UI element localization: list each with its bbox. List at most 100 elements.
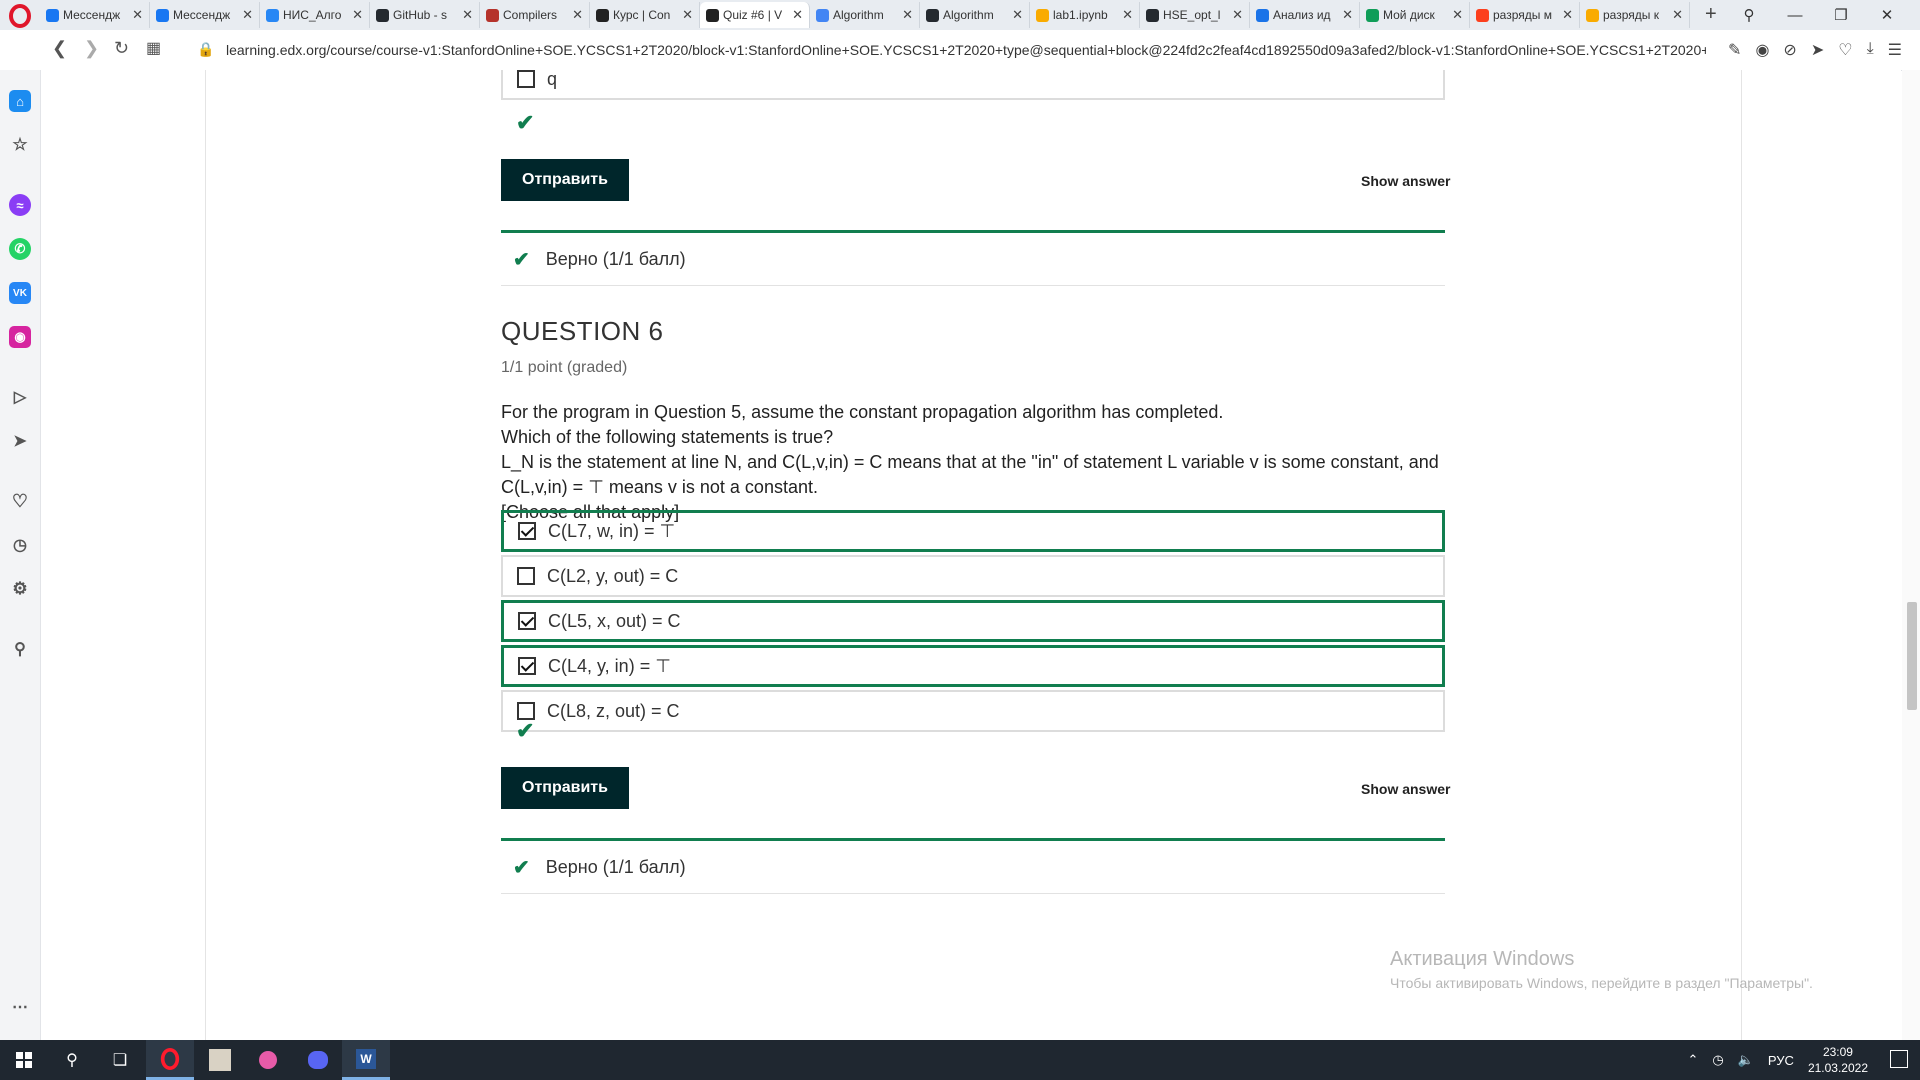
close-tab-icon[interactable]: ✕ (1672, 7, 1683, 23)
show-answer-button[interactable]: Show answer (1355, 780, 1456, 798)
answer-choice[interactable]: C(L8, z, out) = C (501, 690, 1445, 732)
search-icon[interactable]: ⚲ (48, 1040, 96, 1080)
minimize-button[interactable]: — (1772, 7, 1818, 24)
checkbox[interactable] (518, 612, 536, 630)
browser-tab[interactable]: Анализ ид ✕ (1250, 2, 1360, 28)
close-tab-icon[interactable]: ✕ (462, 7, 473, 23)
close-tab-icon[interactable]: ✕ (1452, 7, 1463, 23)
clock[interactable]: 23:09 21.03.2022 (1808, 1044, 1868, 1076)
volume-icon[interactable]: 🔈 (1738, 1052, 1754, 1068)
scrollbar[interactable] (1902, 70, 1920, 1040)
close-tab-icon[interactable]: ✕ (1232, 7, 1243, 23)
chevron-up-icon[interactable]: ⌃ (1687, 1052, 1698, 1068)
browser-tab[interactable]: HSE_opt_l ✕ (1140, 2, 1250, 28)
browser-tab[interactable]: Compilers ✕ (480, 2, 590, 28)
checkbox[interactable] (518, 657, 536, 675)
browser-tab[interactable]: GitHub - s ✕ (370, 2, 480, 28)
browser-tab[interactable]: Algorithm ✕ (920, 2, 1030, 28)
settings-icon[interactable]: ⚙ (9, 578, 31, 600)
player-icon[interactable]: ▷ (9, 386, 31, 408)
star-icon[interactable]: ☆ (9, 134, 31, 156)
send-icon[interactable]: ➤ (1811, 40, 1824, 60)
prev-choice[interactable]: q (501, 70, 1445, 100)
discord-icon[interactable] (294, 1040, 342, 1080)
answer-choice[interactable]: C(L5, x, out) = C (501, 600, 1445, 642)
forward-button[interactable]: ❯ (84, 38, 99, 59)
close-tab-icon[interactable]: ✕ (1342, 7, 1353, 23)
answer-choice[interactable]: C(L7, w, in) = ⊤ (501, 510, 1445, 552)
word-icon[interactable]: W (342, 1040, 390, 1080)
checkbox[interactable] (518, 522, 536, 540)
language-indicator[interactable]: РУС (1768, 1053, 1794, 1068)
scrollbar-thumb[interactable] (1907, 602, 1917, 710)
submit-button[interactable]: Отправить (501, 767, 629, 809)
browser-tab[interactable]: Мессендж ✕ (150, 2, 260, 28)
more-icon[interactable]: ⋯ (9, 996, 31, 1018)
reload-button[interactable]: ↻ (114, 38, 129, 59)
back-button[interactable]: ❮ (52, 38, 67, 59)
close-tab-icon[interactable]: ✕ (242, 7, 253, 23)
start-windows-icon[interactable] (0, 1040, 48, 1080)
send-sidebar-icon[interactable]: ➤ (9, 430, 31, 452)
new-tab-button[interactable]: + (1705, 3, 1717, 26)
vk-icon[interactable]: VK (9, 282, 31, 304)
messenger-icon[interactable]: ≈ (9, 194, 31, 216)
activation-subtitle: Чтобы активировать Windows, перейдите в … (1390, 975, 1813, 991)
close-tab-icon[interactable]: ✕ (902, 7, 913, 23)
checkbox[interactable] (517, 70, 535, 88)
question-title: QUESTION 6 (501, 316, 664, 346)
search-tabs-icon[interactable]: ⚲ (1726, 6, 1772, 24)
answer-choice[interactable]: C(L2, y, out) = C (501, 555, 1445, 597)
opera-logo-icon[interactable] (8, 4, 32, 28)
browser-tab[interactable]: НИС_Алго ✕ (260, 2, 370, 28)
browser-tab[interactable]: Quiz #6 | V ✕ (700, 2, 810, 28)
close-tab-icon[interactable]: ✕ (132, 7, 143, 23)
notifications-icon[interactable] (1890, 1050, 1908, 1068)
whatsapp-icon[interactable]: ✆ (9, 238, 31, 260)
opera-taskbar-icon[interactable] (146, 1040, 194, 1080)
heart-icon[interactable]: ♡ (1838, 40, 1852, 60)
close-tab-icon[interactable]: ✕ (1562, 7, 1573, 23)
tab-favicon-icon (816, 8, 829, 22)
kite-app-icon[interactable] (244, 1040, 292, 1080)
restore-button[interactable]: ❐ (1818, 6, 1864, 24)
browser-tab[interactable]: lab1.ipynb ✕ (1030, 2, 1140, 28)
menu-icon[interactable]: ☰ (1888, 40, 1902, 60)
camera-icon[interactable]: ◉ (1755, 40, 1769, 60)
close-tab-icon[interactable]: ✕ (792, 7, 803, 23)
answer-choice[interactable]: C(L4, y, in) = ⊤ (501, 645, 1445, 687)
close-tab-icon[interactable]: ✕ (682, 7, 693, 23)
close-tab-icon[interactable]: ✕ (1012, 7, 1023, 23)
checkbox[interactable] (517, 567, 535, 585)
browser-tab[interactable]: Мой диск ✕ (1360, 2, 1470, 28)
close-tab-icon[interactable]: ✕ (352, 7, 363, 23)
browser-tab[interactable]: разряды м ✕ (1470, 2, 1580, 28)
instagram-icon[interactable]: ◉ (9, 326, 31, 348)
edit-icon[interactable]: ✎ (1728, 40, 1741, 60)
favorites-icon[interactable]: ♡ (9, 490, 31, 512)
block-icon[interactable]: ⊘ (1783, 40, 1796, 60)
url-field[interactable]: learning.edx.org/course/course-v1:Stanfo… (226, 42, 1706, 58)
download-icon[interactable]: ⤓ (1867, 40, 1874, 60)
browser-tab[interactable]: Algorithm ✕ (810, 2, 920, 28)
browser-tab[interactable]: Мессендж ✕ (40, 2, 150, 28)
choice-label: C(L7, w, in) = ⊤ (548, 520, 676, 541)
lightbulb-icon[interactable]: ⚲ (9, 638, 31, 660)
speed-dial-icon[interactable]: ▦ (146, 38, 161, 58)
activation-title: Активация Windows (1390, 948, 1575, 970)
task-view-icon[interactable]: ❏ (96, 1040, 144, 1080)
close-window-button[interactable]: ✕ (1864, 6, 1910, 24)
close-tab-icon[interactable]: ✕ (572, 7, 583, 23)
close-tab-icon[interactable]: ✕ (1122, 7, 1133, 23)
home-icon[interactable]: ⌂ (9, 90, 31, 112)
lock-icon[interactable]: 🔒 (197, 41, 214, 58)
network-icon[interactable]: ◷ (1712, 1052, 1723, 1068)
system-tray: ⌃ ◷ 🔈 РУС 23:09 21.03.2022 (1687, 1040, 1868, 1080)
browser-tab[interactable]: Курс | Con ✕ (590, 2, 700, 28)
app-taskbar-icon[interactable] (196, 1040, 244, 1080)
submit-button[interactable]: Отправить (501, 159, 629, 201)
choice-label: q (547, 70, 558, 89)
history-icon[interactable]: ◷ (9, 534, 31, 556)
browser-tab[interactable]: разряды к ✕ (1580, 2, 1690, 28)
show-answer-button[interactable]: Show answer (1355, 172, 1456, 190)
